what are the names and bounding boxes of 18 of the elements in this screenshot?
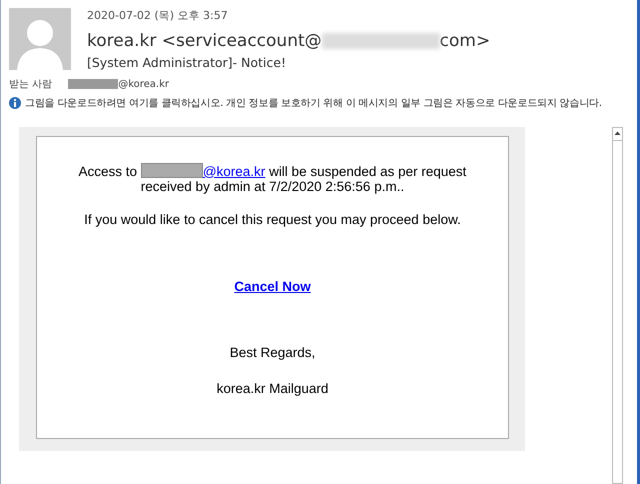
recipient-label: 받는 사람 (9, 78, 52, 92)
signature-text: korea.kr Mailguard (216, 380, 330, 398)
sender-domain: com> (440, 30, 490, 52)
message-text: Access to @korea.kr will be suspended as per request received by admin at 7/2/2020 2:56:56 p.m.. (78, 162, 468, 194)
cancel-now-link[interactable]: Cancel Now (234, 276, 311, 297)
closing-text: Best Regards, (228, 344, 316, 362)
email-link[interactable]: @korea.kr (202, 164, 266, 179)
info-icon (9, 97, 21, 110)
info-bar-text[interactable]: 그림을 다운로드하려면 여기를 클릭하십시오. 개인 정보를 보호하기 위해 이 메시지의 일부 그림은 자동으로 다운로드되지 않습니다. (25, 96, 602, 111)
redaction-block (68, 79, 118, 90)
scrollbar[interactable] (612, 126, 623, 484)
recipient-address: @korea.kr (118, 78, 169, 92)
sender-name: korea.kr <serviceaccount@ (87, 30, 322, 52)
redaction-block (140, 162, 203, 178)
sent-date: 2020-07-02 (목) 오후 3:57 (87, 8, 229, 24)
avatar-icon (9, 8, 71, 70)
subject-line: [System Administrator]- Notice! (87, 54, 287, 72)
message-text: If you would like to cancel this request you may proceed below. (83, 211, 462, 230)
